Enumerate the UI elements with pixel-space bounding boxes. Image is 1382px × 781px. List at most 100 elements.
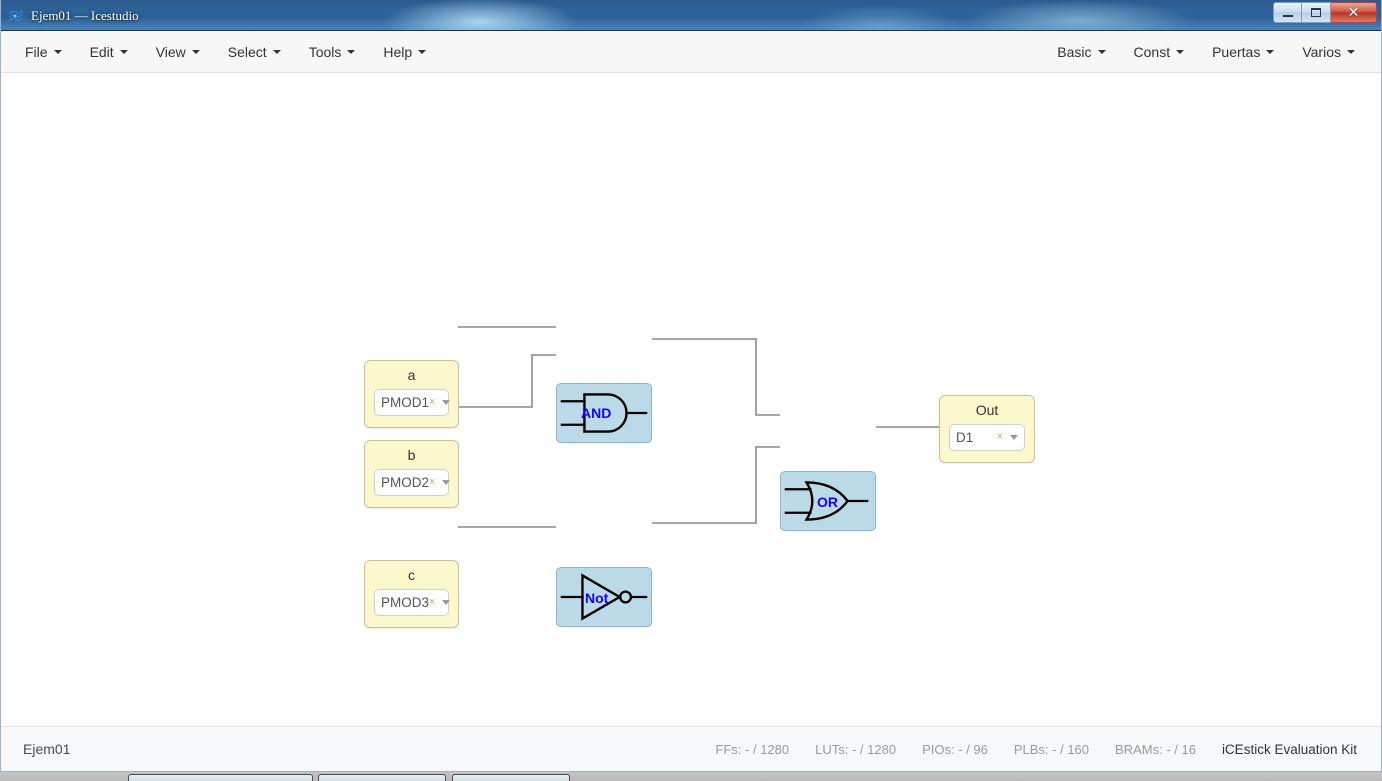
stat-value: - / 96: [958, 741, 988, 757]
minimize-icon: [1282, 14, 1293, 17]
menu-group-left: File Edit View Select Tools Help: [11, 31, 440, 73]
taskbar-item[interactable]: [128, 774, 313, 781]
wire-b-to-and: [458, 354, 556, 408]
menu-item-label: Const: [1133, 44, 1171, 60]
menu-item-basic[interactable]: Basic: [1043, 38, 1119, 66]
stat-key: BRAMs:: [1115, 741, 1163, 757]
output-block-out[interactable]: Out D1 ×: [939, 395, 1035, 463]
status-stat-plbs: PLBs: - / 160: [1014, 742, 1089, 757]
stat-key: PIOs:: [922, 741, 955, 757]
desktop-taskbar: [0, 772, 1382, 781]
status-stat-brams: BRAMs: - / 16: [1115, 742, 1196, 757]
pin-select-c[interactable]: PMOD3 ×: [374, 589, 451, 616]
pin-select-value: PMOD3: [381, 595, 430, 610]
app-root: Ejem01 — Icestudio ✕ File Edit View Sele…: [0, 0, 1382, 781]
input-block-label: c: [408, 567, 415, 583]
clear-icon[interactable]: ×: [429, 397, 435, 408]
close-button[interactable]: ✕: [1331, 2, 1377, 23]
clear-icon[interactable]: ×: [429, 477, 435, 488]
menu-item-label: Edit: [89, 44, 114, 60]
pin-select-out[interactable]: D1 ×: [949, 424, 1025, 451]
menu-item-label: Varios: [1302, 44, 1341, 60]
clear-icon[interactable]: ×: [429, 597, 435, 608]
taskbar-item[interactable]: [318, 774, 446, 781]
stat-value: - / 1280: [745, 741, 790, 757]
gate-block-and[interactable]: AND: [556, 383, 652, 443]
input-block-c[interactable]: c PMOD3 ×: [364, 560, 459, 628]
taskbar-item[interactable]: [452, 774, 570, 781]
stat-key: FFs:: [715, 741, 742, 757]
stat-key: PLBs:: [1013, 741, 1049, 757]
output-block-label: Out: [975, 402, 999, 418]
pin-select-value: PMOD1: [381, 395, 430, 410]
chevron-down-icon: [418, 50, 427, 54]
input-block-a[interactable]: a PMOD1 ×: [364, 360, 459, 428]
menu-item-label: Help: [383, 44, 413, 60]
status-stat-pios: PIOs: - / 96: [922, 742, 988, 757]
status-bar: Ejem01 FFs: - / 1280 LUTs: - / 1280 PIOs…: [1, 726, 1381, 771]
stat-value: - / 1280: [851, 741, 897, 757]
chevron-down-icon[interactable]: [1010, 435, 1018, 440]
menu-item-tools[interactable]: Tools: [295, 38, 370, 66]
gate-label: Not: [585, 590, 609, 606]
clear-icon[interactable]: ×: [997, 432, 1003, 443]
pin-select-b[interactable]: PMOD2 ×: [374, 469, 451, 496]
pin-select-value: D1: [956, 430, 974, 445]
menu-item-view[interactable]: View: [142, 38, 214, 66]
menu-item-label: Puertas: [1212, 44, 1261, 60]
status-metrics: FFs: - / 1280 LUTs: - / 1280 PIOs: - / 9…: [715, 742, 1357, 757]
menu-item-edit[interactable]: Edit: [76, 38, 142, 66]
application-window: Ejem01 — Icestudio ✕ File Edit View Sele…: [0, 0, 1382, 772]
minimize-button[interactable]: [1273, 2, 1302, 23]
maximize-button[interactable]: [1302, 2, 1331, 23]
title-bar[interactable]: Ejem01 — Icestudio ✕: [0, 0, 1382, 31]
menu-item-label: View: [155, 44, 186, 60]
menu-item-help[interactable]: Help: [369, 38, 440, 66]
stat-key: LUTs:: [815, 741, 849, 757]
menu-group-right: Basic Const Puertas Varios: [1043, 31, 1369, 73]
pin-select-value: PMOD2: [381, 475, 430, 490]
stat-value: - / 160: [1052, 741, 1090, 757]
input-block-label: a: [407, 367, 416, 383]
menu-bar: File Edit View Select Tools Help Basic C…: [1, 31, 1381, 73]
status-stat-luts: LUTs: - / 1280: [815, 742, 896, 757]
chevron-down-icon: [347, 50, 356, 54]
pin-select-a[interactable]: PMOD1 ×: [374, 389, 451, 416]
chevron-down-icon[interactable]: [442, 480, 451, 485]
chevron-down-icon: [191, 50, 200, 54]
menu-item-file[interactable]: File: [11, 38, 76, 66]
chevron-down-icon[interactable]: [442, 600, 451, 605]
chevron-down-icon: [53, 50, 62, 54]
menu-item-select[interactable]: Select: [214, 38, 295, 66]
chevron-down-icon: [1266, 50, 1275, 54]
status-project-name: Ejem01: [23, 741, 71, 757]
menu-item-const[interactable]: Const: [1120, 38, 1199, 66]
input-block-b[interactable]: b PMOD2 ×: [364, 440, 459, 508]
wire-and-to-or: [652, 338, 780, 416]
icestudio-logo-icon: [8, 8, 24, 24]
menu-item-label: Tools: [308, 44, 342, 60]
stat-value: - / 16: [1166, 741, 1196, 757]
gate-block-or[interactable]: OR: [780, 471, 876, 531]
chevron-down-icon: [1097, 50, 1106, 54]
wire-layer: [458, 326, 939, 528]
close-icon: ✕: [1347, 4, 1360, 21]
gate-label: AND: [581, 405, 612, 421]
gate-block-not[interactable]: Not: [556, 567, 652, 627]
chevron-down-icon: [272, 50, 281, 54]
menu-item-label: Basic: [1057, 44, 1092, 60]
title-bar-left: Ejem01 — Icestudio: [8, 0, 139, 31]
schematic-canvas[interactable]: a PMOD1 × b PMOD2 × c PMOD3 × AND OR Not…: [1, 73, 1381, 726]
window-title: Ejem01 — Icestudio: [31, 7, 139, 23]
menu-item-label: File: [25, 44, 48, 60]
chevron-down-icon[interactable]: [442, 400, 451, 405]
status-stat-ffs: FFs: - / 1280: [715, 742, 789, 757]
menu-item-puertas[interactable]: Puertas: [1198, 38, 1288, 66]
chevron-down-icon: [1347, 50, 1355, 54]
window-controls: ✕: [1273, 2, 1377, 23]
menu-item-varios[interactable]: Varios: [1288, 38, 1369, 66]
maximize-icon: [1311, 8, 1321, 17]
gate-label: OR: [817, 494, 838, 510]
input-block-label: b: [407, 447, 416, 463]
status-board-name[interactable]: iCEstick Evaluation Kit: [1222, 742, 1357, 757]
